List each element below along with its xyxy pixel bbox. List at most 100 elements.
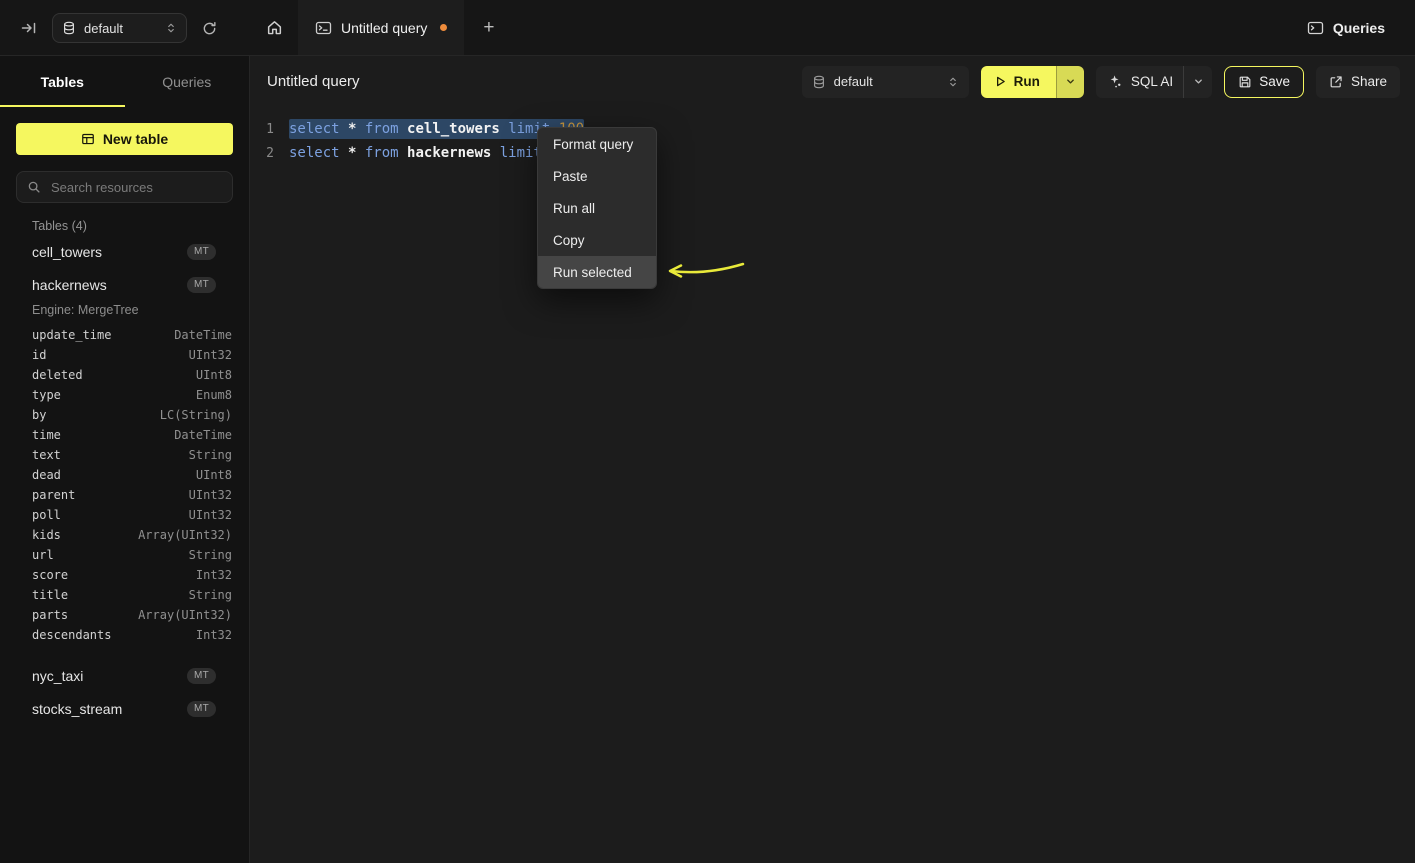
queries-icon — [1307, 20, 1324, 36]
column-type: DateTime — [174, 428, 232, 442]
main-header: Untitled query default Run — [250, 56, 1415, 107]
column-row: descendants Int32 — [32, 625, 232, 645]
sql-ai-button[interactable]: SQL AI — [1096, 66, 1212, 98]
column-name: deleted — [32, 368, 83, 382]
queries-button[interactable]: Queries — [1301, 0, 1391, 56]
plus-icon: + — [483, 17, 494, 39]
database-selector[interactable]: default — [52, 13, 187, 43]
menu-item-copy[interactable]: Copy — [538, 224, 656, 256]
share-button-label: Share — [1351, 74, 1387, 89]
column-row: url String — [32, 545, 232, 565]
table-row-nyc-taxi[interactable]: nyc_taxi MT — [0, 659, 249, 692]
column-row: time DateTime — [32, 425, 232, 445]
column-name: descendants — [32, 628, 111, 642]
engine-badge: MT — [187, 277, 216, 293]
column-name: time — [32, 428, 61, 442]
column-name: by — [32, 408, 46, 422]
add-tab-button[interactable]: + — [464, 0, 513, 55]
new-table-button[interactable]: New table — [16, 123, 233, 155]
sidebar-tab-tables-label: Tables — [41, 74, 84, 90]
table-row-hackernews[interactable]: hackernews MT — [0, 268, 249, 301]
tab-label: Untitled query — [341, 20, 427, 36]
database-selector-value: default — [84, 21, 123, 36]
search-icon — [27, 180, 41, 194]
save-icon — [1238, 75, 1252, 89]
collapse-sidebar-icon — [21, 20, 37, 36]
table-name: stocks_stream — [32, 701, 122, 717]
engine-badge: MT — [187, 668, 216, 684]
column-list: update_time DateTime id UInt32 deleted U… — [0, 325, 249, 651]
table-name: nyc_taxi — [32, 668, 83, 684]
main-panel: Untitled query default Run — [250, 56, 1415, 863]
menu-item-run-all[interactable]: Run all — [538, 192, 656, 224]
run-button[interactable]: Run — [981, 66, 1056, 98]
topbar-left: default — [0, 0, 250, 56]
page-title: Untitled query — [267, 73, 360, 90]
topbar: default Untitled query + — [0, 0, 1415, 56]
tab-untitled-query[interactable]: Untitled query — [298, 0, 464, 55]
sidebar-tab-tables[interactable]: Tables — [0, 56, 125, 107]
column-row: type Enum8 — [32, 385, 232, 405]
collapse-sidebar-button[interactable] — [21, 20, 37, 36]
column-row: id UInt32 — [32, 345, 232, 365]
table-row-stocks-stream[interactable]: stocks_stream MT — [0, 692, 249, 725]
menu-item-format-query[interactable]: Format query — [538, 128, 656, 160]
sql-editor[interactable]: 1 select * from cell_towers limit 100 2 … — [250, 107, 1415, 165]
play-icon — [994, 75, 1007, 88]
search-input[interactable] — [49, 179, 222, 196]
sidebar-tab-queries[interactable]: Queries — [125, 56, 250, 107]
table-row-cell-towers[interactable]: cell_towers MT — [0, 235, 249, 268]
column-row: parent UInt32 — [32, 485, 232, 505]
query-icon — [315, 20, 332, 36]
column-name: id — [32, 348, 46, 362]
save-button[interactable]: Save — [1224, 66, 1304, 98]
column-type: UInt32 — [189, 348, 232, 362]
topbar-tabs: Untitled query + — [250, 0, 513, 55]
column-name: url — [32, 548, 54, 562]
context-menu: Format query Paste Run all Copy Run sele… — [537, 127, 657, 289]
run-options-button[interactable] — [1056, 66, 1084, 98]
engine-badge: MT — [187, 244, 216, 260]
tables-section-label: Tables (4) — [32, 217, 233, 235]
column-name: text — [32, 448, 61, 462]
code-line-2[interactable]: 2 select * from hackernews limit — [250, 141, 1415, 165]
column-row: dead UInt8 — [32, 465, 232, 485]
column-name: poll — [32, 508, 61, 522]
share-button[interactable]: Share — [1316, 66, 1400, 98]
toolbar-database-selector[interactable]: default — [802, 66, 969, 98]
column-row: deleted UInt8 — [32, 365, 232, 385]
line-number: 1 — [250, 122, 274, 137]
engine-label: Engine: MergeTree — [0, 301, 249, 325]
sql-ai-button-label: SQL AI — [1131, 74, 1173, 89]
chevron-down-icon — [1065, 76, 1076, 87]
chevron-down-icon — [1184, 76, 1212, 87]
column-row: update_time DateTime — [32, 325, 232, 345]
menu-item-run-selected[interactable]: Run selected — [538, 256, 656, 288]
search-box — [16, 171, 233, 203]
column-type: String — [189, 448, 232, 462]
tab-home[interactable] — [250, 0, 298, 55]
column-name: kids — [32, 528, 61, 542]
table-name: hackernews — [32, 277, 107, 293]
database-icon — [812, 75, 826, 89]
new-table-button-label: New table — [103, 131, 168, 147]
column-name: parts — [32, 608, 68, 622]
sql-ai-icon — [1108, 74, 1123, 89]
column-type: LC(String) — [160, 408, 232, 422]
column-name: score — [32, 568, 68, 582]
line-number: 2 — [250, 146, 274, 161]
column-type: UInt8 — [196, 368, 232, 382]
code-line-1[interactable]: 1 select * from cell_towers limit 100 — [250, 117, 1415, 141]
table-name: cell_towers — [32, 244, 102, 260]
refresh-button[interactable] — [202, 21, 217, 36]
column-row: by LC(String) — [32, 405, 232, 425]
column-row: text String — [32, 445, 232, 465]
column-type: Array(UInt32) — [138, 608, 232, 622]
column-name: dead — [32, 468, 61, 482]
column-name: title — [32, 588, 68, 602]
column-type: DateTime — [174, 328, 232, 342]
home-icon — [266, 19, 283, 36]
column-type: UInt32 — [189, 488, 232, 502]
menu-item-paste[interactable]: Paste — [538, 160, 656, 192]
share-icon — [1329, 75, 1343, 89]
